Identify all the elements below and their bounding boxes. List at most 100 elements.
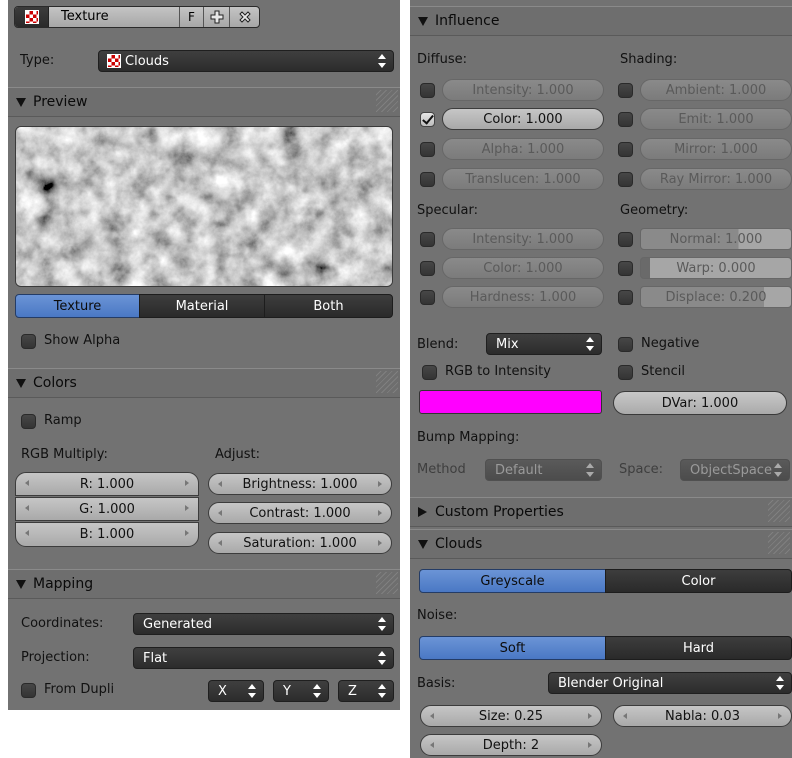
specular-color-checkbox[interactable]	[420, 261, 435, 276]
increment-arrow-icon[interactable]	[588, 713, 592, 719]
coordinates-select[interactable]: Generated	[133, 613, 394, 635]
contrast-field[interactable]: Contrast: 1.000	[208, 502, 392, 524]
clouds-panel-header[interactable]: Clouds	[410, 529, 792, 559]
specular-intensity-field[interactable]: Intensity: 1.000	[442, 228, 604, 250]
drag-grip-icon[interactable]	[376, 572, 398, 594]
stencil-checkbox[interactable]	[618, 365, 633, 380]
colors-panel-header[interactable]: Colors	[8, 368, 400, 398]
decrement-arrow-icon[interactable]	[218, 540, 222, 546]
drag-grip-icon[interactable]	[768, 532, 790, 554]
decrement-arrow-icon[interactable]	[218, 510, 222, 516]
increment-arrow-icon[interactable]	[378, 540, 382, 546]
new-texture-button[interactable]	[203, 7, 229, 27]
noise-depth-field[interactable]: Depth: 2	[420, 734, 602, 756]
shading-mirror-checkbox[interactable]	[618, 142, 633, 157]
geometry-normal-checkbox[interactable]	[618, 232, 633, 247]
diffuse-color-checkbox[interactable]	[420, 112, 435, 127]
blend-select[interactable]: Mix	[486, 333, 602, 355]
diffuse-intensity-checkbox[interactable]	[420, 83, 435, 98]
diffuse-translucency-checkbox[interactable]	[420, 172, 435, 187]
increment-arrow-icon[interactable]	[185, 480, 189, 486]
texture-browse-button[interactable]	[15, 7, 49, 27]
negative-label[interactable]: Negative	[641, 336, 699, 351]
preview-panel-header[interactable]: Preview	[8, 87, 400, 117]
bump-method-select[interactable]: Default	[485, 459, 602, 481]
brightness-field[interactable]: Brightness: 1.000	[208, 473, 392, 495]
negative-checkbox[interactable]	[618, 337, 633, 352]
texture-name[interactable]: Texture	[61, 9, 109, 24]
ramp-checkbox[interactable]	[21, 414, 36, 429]
noise-hard-button[interactable]: Hard	[605, 636, 792, 660]
specular-intensity-checkbox[interactable]	[420, 232, 435, 247]
y-axis-select[interactable]: Y	[273, 680, 329, 702]
decrement-arrow-icon[interactable]	[218, 481, 222, 487]
preview-tab-material[interactable]: Material	[139, 294, 265, 318]
x-axis-select[interactable]: X	[208, 680, 264, 702]
drag-grip-icon[interactable]	[376, 90, 398, 112]
decrement-arrow-icon[interactable]	[25, 480, 29, 486]
unlink-texture-button[interactable]	[229, 7, 259, 27]
saturation-field[interactable]: Saturation: 1.000	[208, 532, 392, 554]
shading-ray-mirror-field[interactable]: Ray Mirror: 1.000	[640, 168, 792, 190]
influence-panel-header[interactable]: Influence	[410, 6, 792, 36]
decrement-arrow-icon[interactable]	[430, 742, 434, 748]
noise-size-field[interactable]: Size: 0.25	[420, 705, 602, 727]
fake-user-button[interactable]: F	[179, 7, 203, 27]
from-dupli-label[interactable]: From Dupli	[44, 682, 114, 697]
diffuse-color-field[interactable]: Color: 1.000	[442, 108, 604, 130]
noise-soft-button[interactable]: Soft	[419, 636, 606, 660]
projection-select[interactable]: Flat	[133, 647, 394, 669]
geometry-warp-slider[interactable]: Warp: 0.000	[640, 257, 792, 279]
increment-arrow-icon[interactable]	[778, 713, 782, 719]
decrement-arrow-icon[interactable]	[25, 530, 29, 536]
geometry-displace-slider[interactable]: Displace: 0.200	[640, 286, 792, 308]
show-alpha-label[interactable]: Show Alpha	[44, 333, 120, 348]
diffuse-translucency-field[interactable]: Translucen: 1.000	[442, 168, 604, 190]
texture-datablock[interactable]: Texture F	[14, 6, 260, 28]
shading-ray-mirror-checkbox[interactable]	[618, 172, 633, 187]
geometry-displace-checkbox[interactable]	[618, 290, 633, 305]
geometry-warp-checkbox[interactable]	[618, 261, 633, 276]
diffuse-intensity-field[interactable]: Intensity: 1.000	[442, 79, 604, 101]
basis-select[interactable]: Blender Original	[548, 672, 792, 694]
stencil-label[interactable]: Stencil	[641, 364, 685, 379]
clouds-greyscale-button[interactable]: Greyscale	[419, 569, 606, 593]
shading-ambient-checkbox[interactable]	[618, 83, 633, 98]
clouds-color-button[interactable]: Color	[605, 569, 792, 593]
decrement-arrow-icon[interactable]	[623, 713, 627, 719]
influence-color-swatch[interactable]	[419, 390, 602, 414]
show-alpha-checkbox[interactable]	[21, 334, 36, 349]
dvar-field[interactable]: DVar: 1.000	[613, 391, 787, 415]
shading-emit-checkbox[interactable]	[618, 112, 633, 127]
shading-emit-field[interactable]: Emit: 1.000	[640, 108, 792, 130]
shading-mirror-field[interactable]: Mirror: 1.000	[640, 138, 792, 160]
shading-ambient-field[interactable]: Ambient: 1.000	[640, 79, 792, 101]
increment-arrow-icon[interactable]	[378, 481, 382, 487]
preview-tab-both[interactable]: Both	[264, 294, 393, 318]
z-axis-select[interactable]: Z	[338, 680, 394, 702]
diffuse-alpha-checkbox[interactable]	[420, 142, 435, 157]
increment-arrow-icon[interactable]	[378, 510, 382, 516]
specular-hardness-checkbox[interactable]	[420, 290, 435, 305]
specular-hardness-field[interactable]: Hardness: 1.000	[442, 286, 604, 308]
specular-color-field[interactable]: Color: 1.000	[442, 257, 604, 279]
type-select[interactable]: Clouds	[98, 50, 394, 72]
mapping-panel-header[interactable]: Mapping	[8, 569, 400, 599]
increment-arrow-icon[interactable]	[185, 530, 189, 536]
nabla-field[interactable]: Nabla: 0.03	[613, 705, 792, 727]
increment-arrow-icon[interactable]	[588, 742, 592, 748]
diffuse-alpha-field[interactable]: Alpha: 1.000	[442, 138, 604, 160]
decrement-arrow-icon[interactable]	[430, 713, 434, 719]
rgb-to-intensity-label[interactable]: RGB to Intensity	[445, 364, 551, 379]
increment-arrow-icon[interactable]	[185, 505, 189, 511]
ramp-label[interactable]: Ramp	[44, 413, 82, 428]
geometry-normal-slider[interactable]: Normal: 1.000	[640, 228, 792, 250]
custom-properties-panel-header[interactable]: Custom Properties	[410, 497, 792, 527]
rgb-to-intensity-checkbox[interactable]	[422, 365, 437, 380]
decrement-arrow-icon[interactable]	[25, 505, 29, 511]
r-multiply-field[interactable]: R: 1.000	[15, 472, 199, 496]
from-dupli-checkbox[interactable]	[21, 683, 36, 698]
drag-grip-icon[interactable]	[768, 500, 790, 522]
preview-tab-texture[interactable]: Texture	[15, 294, 140, 318]
b-multiply-field[interactable]: B: 1.000	[15, 522, 199, 547]
